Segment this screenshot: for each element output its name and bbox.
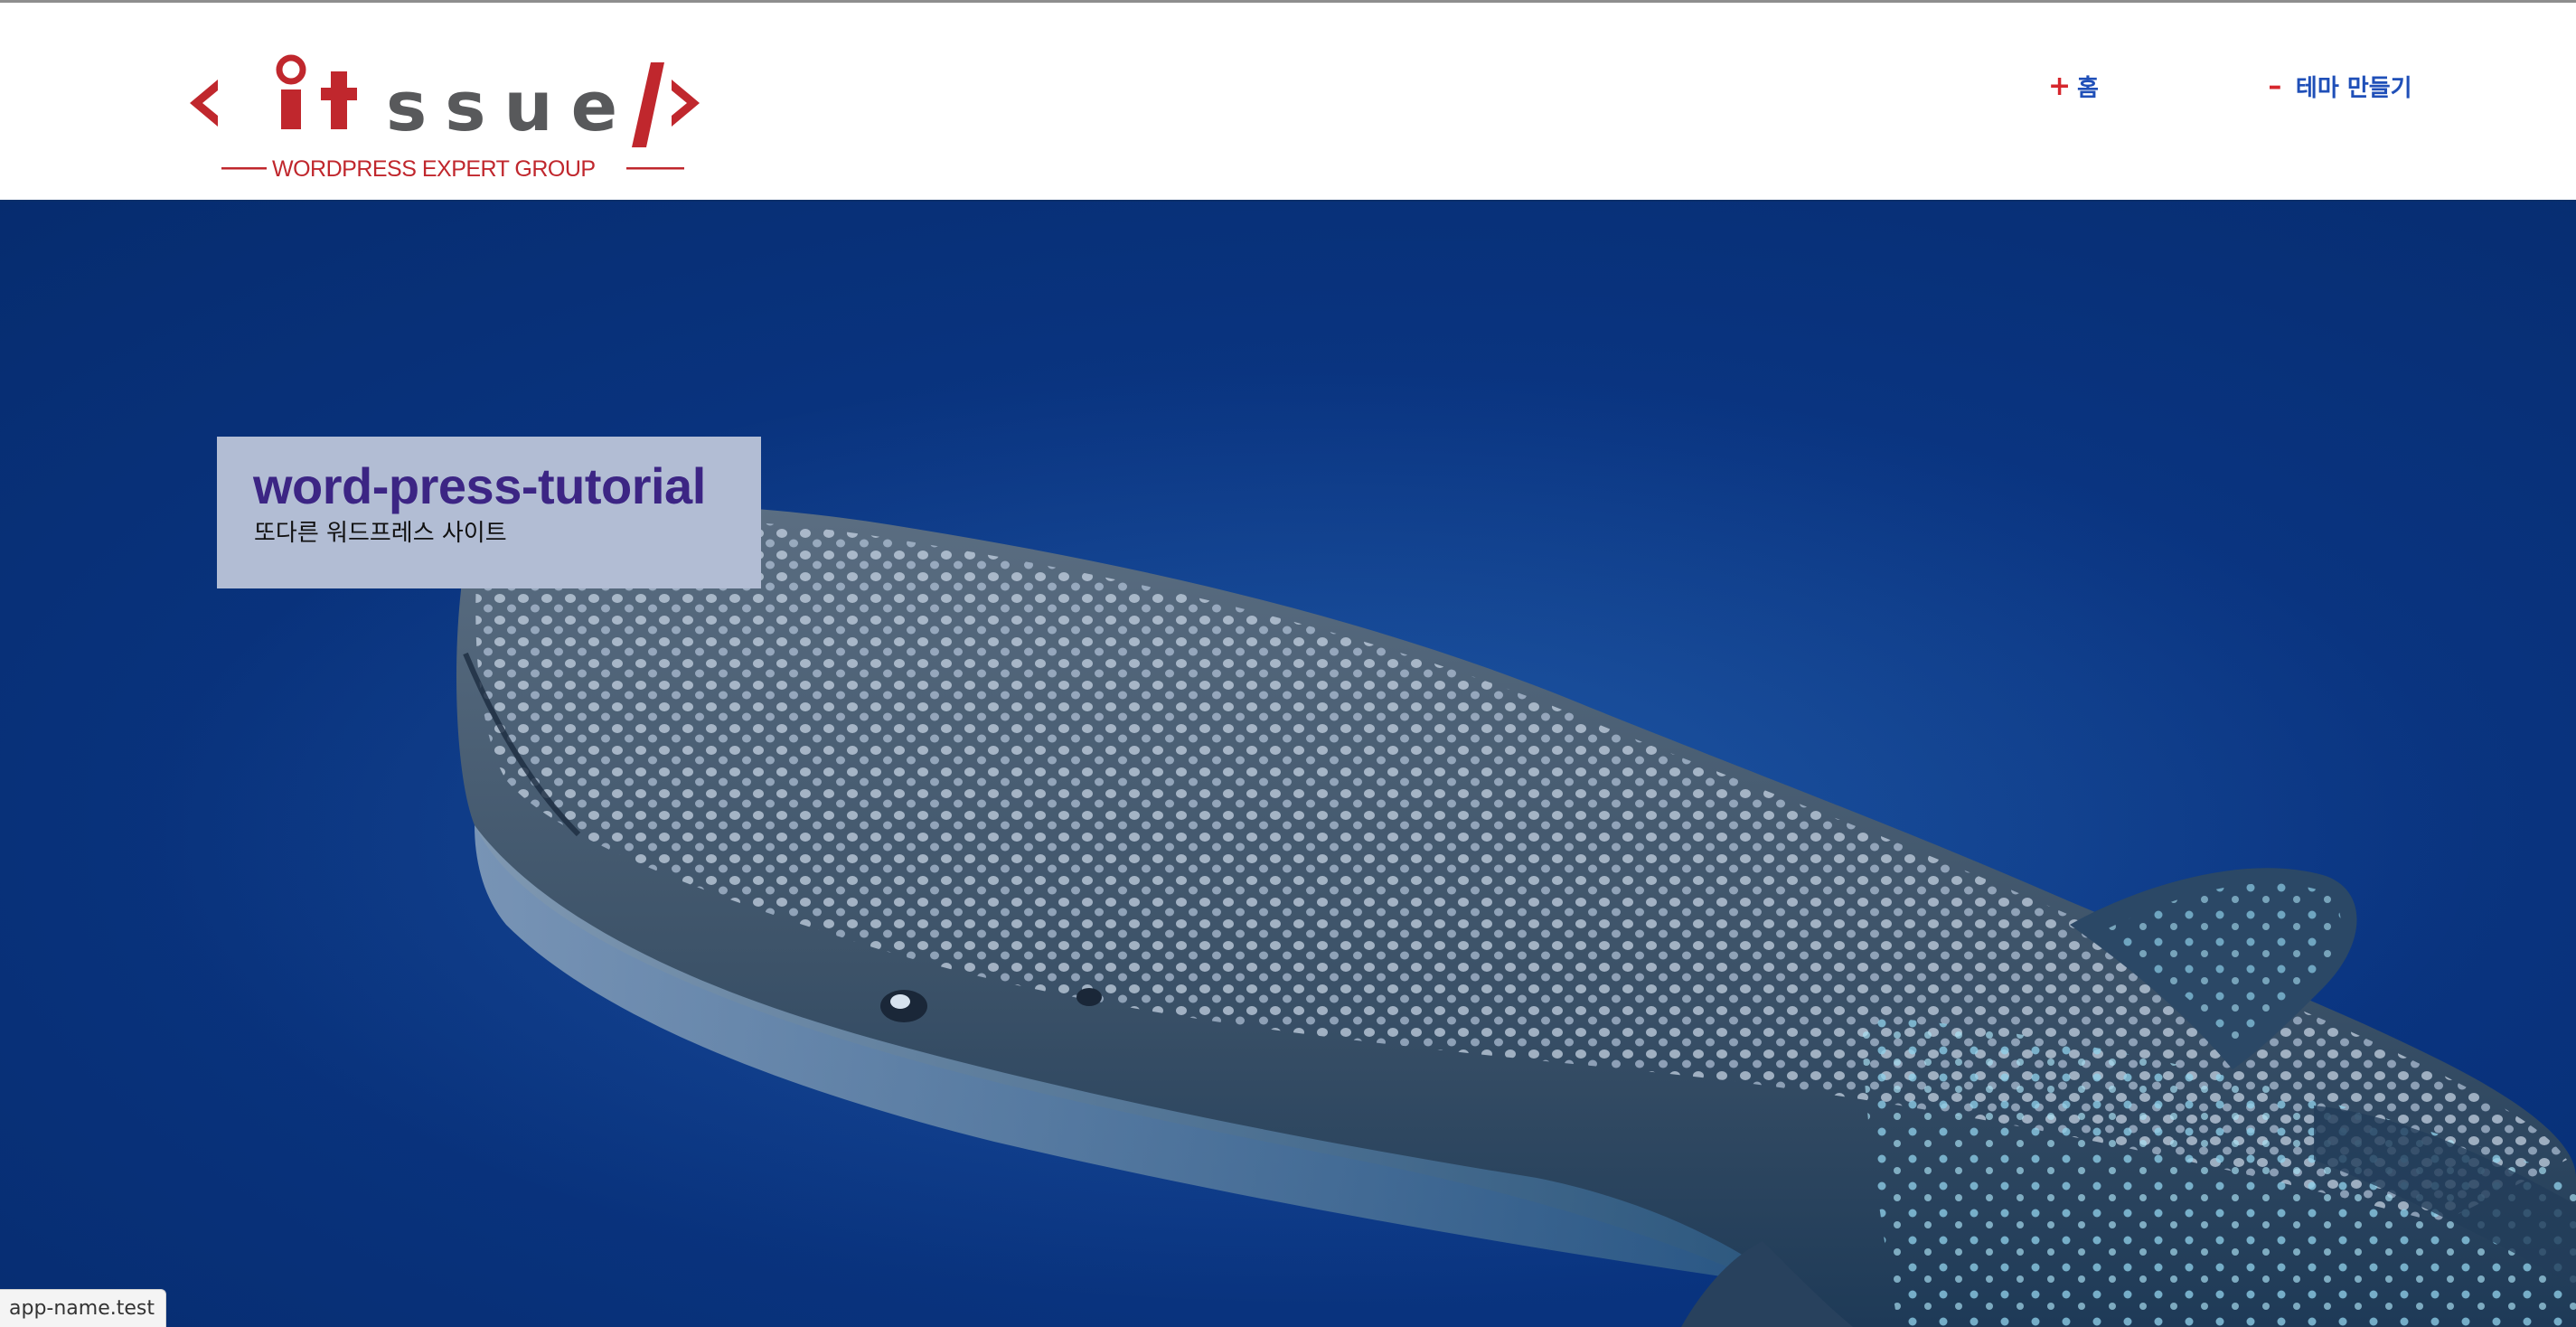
- nav-item-home[interactable]: + 홈: [2048, 70, 2099, 103]
- nav-item-theme[interactable]: – 테마 만들기: [2267, 70, 2412, 103]
- site-header: ssue WORDPRESS EXPERT GROUP + 홈 – 테마 만들기: [0, 3, 2576, 202]
- main-navigation: + 홈 – 테마 만들기: [2048, 70, 2412, 103]
- svg-text:ssue: ssue: [386, 66, 635, 146]
- minus-icon: –: [2268, 71, 2282, 102]
- whale-shark-image: [136, 364, 2576, 1327]
- nav-item-label: 테마 만들기: [2295, 75, 2412, 102]
- hero-banner: word-press-tutorial 또다른 워드프레스 사이트: [0, 202, 2576, 1327]
- site-tagline: 또다른 워드프레스 사이트: [254, 520, 507, 547]
- site-title[interactable]: word-press-tutorial: [253, 456, 706, 515]
- site-logo[interactable]: ssue WORDPRESS EXPERT GROUP: [185, 50, 719, 185]
- itssue-logo-icon: ssue WORDPRESS EXPERT GROUP: [190, 54, 700, 182]
- plus-icon: +: [2048, 71, 2072, 102]
- link-status-bar: app-name.test: [0, 1289, 166, 1327]
- logo-tagline: WORDPRESS EXPERT GROUP: [272, 156, 596, 182]
- site-branding-box: word-press-tutorial 또다른 워드프레스 사이트: [217, 437, 761, 588]
- nav-item-label: 홈: [2077, 75, 2099, 102]
